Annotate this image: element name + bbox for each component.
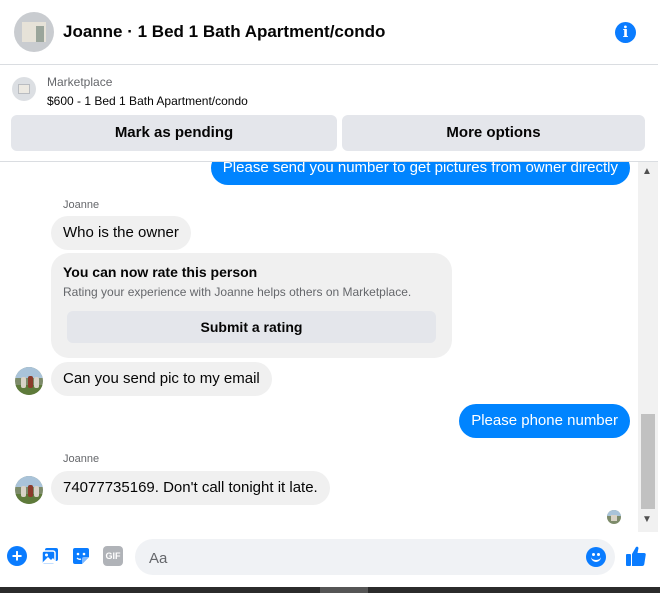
submit-rating-button[interactable]: Submit a rating xyxy=(67,311,436,343)
outgoing-message[interactable]: Please send you number to get pictures f… xyxy=(210,162,630,185)
scroll-up-arrow-icon[interactable]: ▲ xyxy=(642,166,652,177)
outgoing-message[interactable]: Please phone number xyxy=(459,404,630,438)
sender-name: Joanne xyxy=(63,199,100,211)
mark-as-pending-button[interactable]: Mark as pending xyxy=(11,115,337,151)
listing-thumbnail[interactable] xyxy=(12,77,36,101)
rating-subtitle: Rating your experience with Joanne helps… xyxy=(63,285,412,299)
more-options-button[interactable]: More options xyxy=(342,115,645,151)
composer: + GIF xyxy=(0,532,658,582)
plus-icon[interactable]: + xyxy=(7,546,27,566)
info-icon[interactable]: i xyxy=(615,22,636,43)
incoming-message[interactable]: 74077735169. Don't call tonight it late. xyxy=(51,471,330,505)
conversation-title[interactable]: Joanne · 1 Bed 1 Bath Apartment/condo xyxy=(63,22,385,42)
rating-card: You can now rate this person Rating your… xyxy=(51,253,452,358)
emoji-icon[interactable] xyxy=(586,547,606,567)
scrollbar-thumb[interactable] xyxy=(641,414,655,509)
scroll-down-arrow-icon[interactable]: ▼ xyxy=(642,514,652,525)
sticker-icon[interactable] xyxy=(71,546,91,566)
listing-avatar[interactable] xyxy=(14,12,54,52)
listing-title[interactable]: $600 - 1 Bed 1 Bath Apartment/condo xyxy=(47,94,248,108)
sender-avatar[interactable] xyxy=(15,476,43,504)
marketplace-panel: Marketplace $600 - 1 Bed 1 Bath Apartmen… xyxy=(0,65,658,162)
scrollbar[interactable]: ▲ ▼ xyxy=(638,162,658,532)
thumbs-up-icon[interactable] xyxy=(624,544,648,568)
rating-title: You can now rate this person xyxy=(63,264,258,280)
image-icon[interactable] xyxy=(40,546,60,566)
sender-name: Joanne xyxy=(63,453,100,465)
message-input[interactable] xyxy=(147,547,571,569)
sender-avatar[interactable] xyxy=(15,367,43,395)
gif-icon[interactable]: GIF xyxy=(103,546,123,566)
conversation-header: Joanne · 1 Bed 1 Bath Apartment/condo i xyxy=(0,0,658,65)
message-list[interactable]: Please send you number to get pictures f… xyxy=(0,162,638,532)
taskbar-strip xyxy=(0,587,660,593)
incoming-message[interactable]: Who is the owner xyxy=(51,216,191,250)
marketplace-label: Marketplace xyxy=(47,75,113,89)
read-receipt-avatar xyxy=(607,510,621,524)
message-input-box[interactable] xyxy=(135,539,615,575)
incoming-message[interactable]: Can you send pic to my email xyxy=(51,362,272,396)
